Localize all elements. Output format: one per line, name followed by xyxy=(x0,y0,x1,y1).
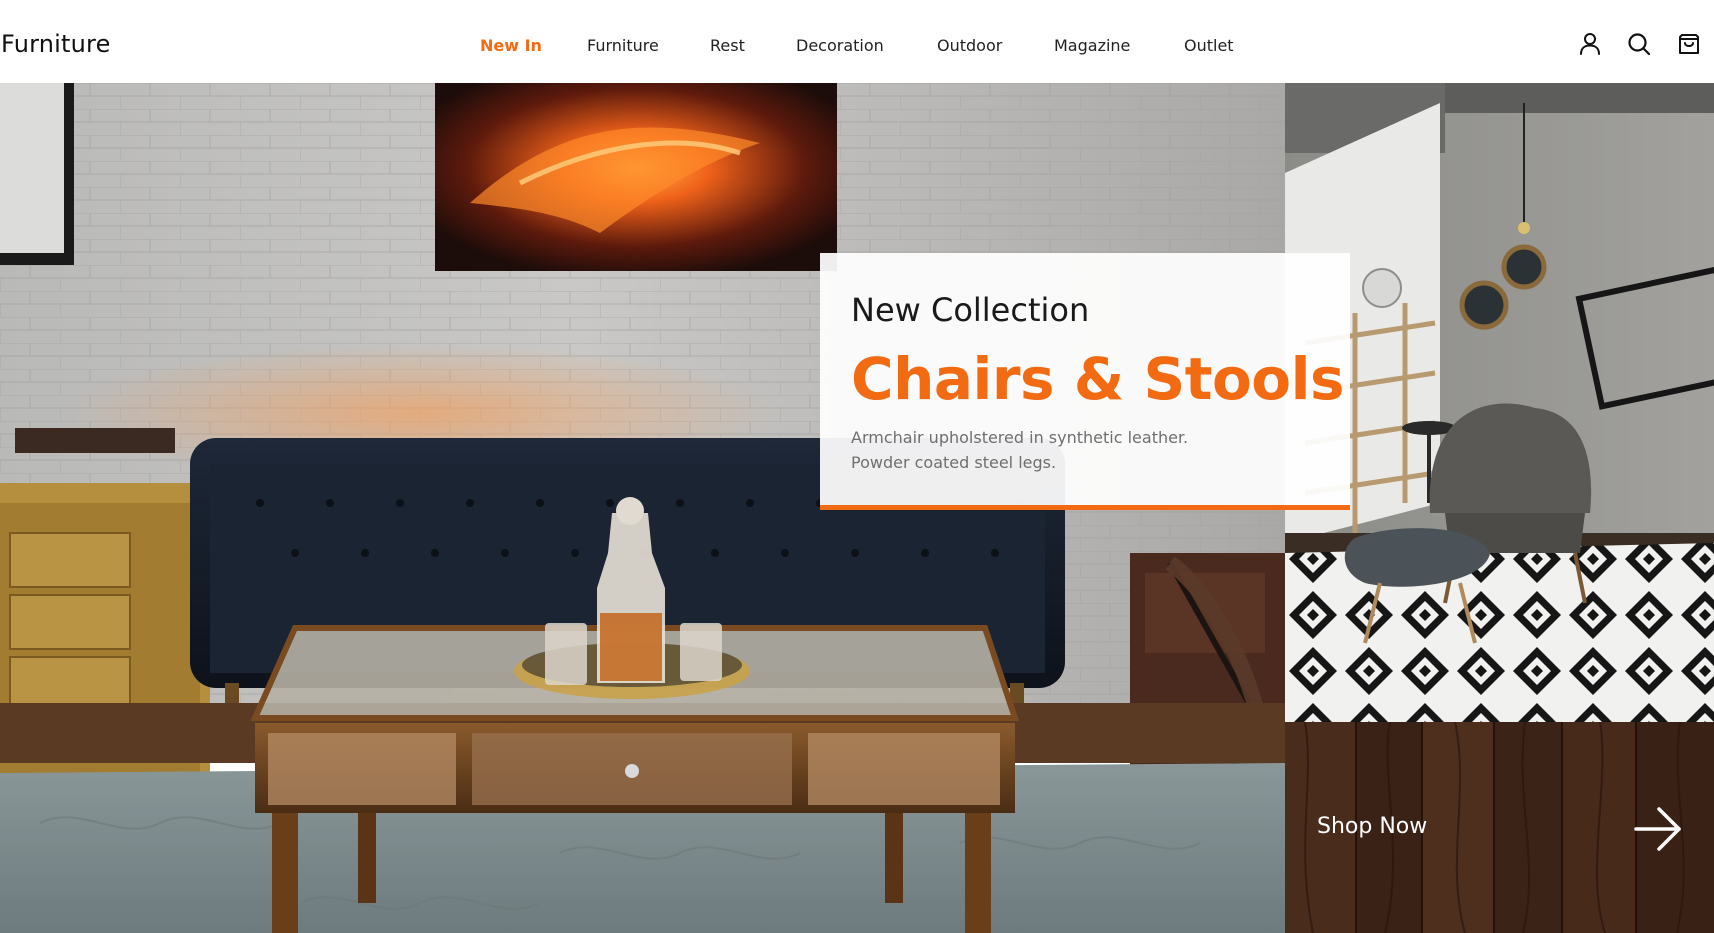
shop-now-button[interactable]: Shop Now xyxy=(1285,722,1714,933)
shopping-bag-icon[interactable] xyxy=(1676,31,1702,57)
promo-eyebrow: New Collection xyxy=(851,291,1090,329)
promo-card: New Collection Chairs & Stools Armchair … xyxy=(820,253,1350,510)
user-icon[interactable] xyxy=(1577,31,1603,57)
search-icon[interactable] xyxy=(1626,31,1652,57)
shop-now-label: Shop Now xyxy=(1317,814,1428,839)
site-header: Furniture New In Furniture Rest Decorati… xyxy=(0,0,1714,83)
promo-description: Armchair upholstered in synthetic leathe… xyxy=(851,425,1188,475)
nav-item-magazine[interactable]: Magazine xyxy=(1054,36,1130,55)
nav-item-outlet[interactable]: Outlet xyxy=(1184,36,1234,55)
nav-item-furniture[interactable]: Furniture xyxy=(587,36,659,55)
promo-description-line: Powder coated steel legs. xyxy=(851,453,1057,472)
nav-item-outdoor[interactable]: Outdoor xyxy=(937,36,1002,55)
arrow-right-icon xyxy=(1633,804,1683,854)
nav-item-new-in[interactable]: New In xyxy=(480,36,542,55)
promo-title: Chairs & Stools xyxy=(851,345,1345,413)
main-nav: New In Furniture Rest Decoration Outdoor… xyxy=(0,36,1714,56)
nav-item-decoration[interactable]: Decoration xyxy=(796,36,884,55)
promo-description-line: Armchair upholstered in synthetic leathe… xyxy=(851,428,1189,447)
nav-item-rest[interactable]: Rest xyxy=(710,36,745,55)
